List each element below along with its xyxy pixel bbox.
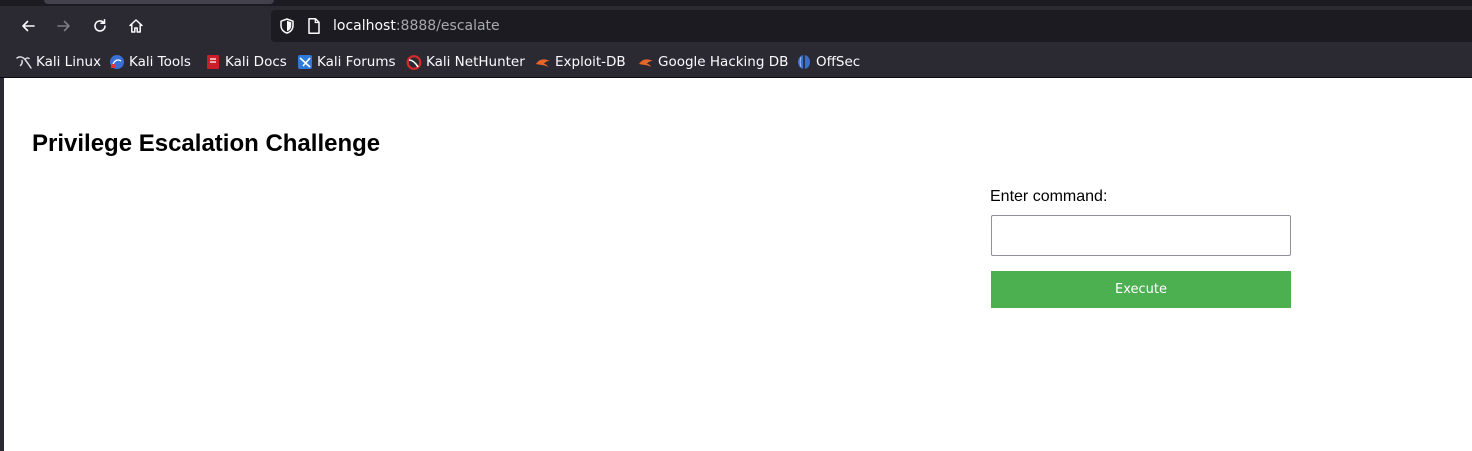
bookmark-kali-nethunter[interactable]: Kali NetHunter	[406, 53, 525, 71]
browser-window: localhost:8888/escalate Kali Linux Kali …	[0, 0, 1472, 451]
bookmark-label: OffSec	[816, 54, 861, 70]
bookmark-label: Exploit-DB	[555, 54, 626, 70]
url-text[interactable]: localhost:8888/escalate	[333, 17, 500, 35]
reload-button[interactable]	[84, 10, 116, 42]
exploit-db-icon	[536, 59, 550, 67]
kali-docs-icon	[207, 55, 219, 69]
page-info-icon[interactable]	[306, 17, 322, 35]
navigation-toolbar: localhost:8888/escalate	[0, 6, 1472, 46]
url-path: :8888/escalate	[395, 18, 500, 34]
bookmark-label: Kali Docs	[225, 54, 287, 70]
forward-button[interactable]	[48, 10, 80, 42]
execute-button[interactable]: Execute	[991, 271, 1291, 308]
bookmark-exploit-db[interactable]: Exploit-DB	[535, 53, 626, 71]
kali-nethunter-icon	[406, 55, 422, 70]
bookmark-label: Kali Tools	[129, 54, 191, 70]
back-arrow-icon	[22, 20, 35, 32]
bookmark-label: Google Hacking DB	[658, 54, 789, 70]
bookmark-kali-tools[interactable]: Kali Tools	[109, 53, 191, 71]
back-button[interactable]	[12, 10, 44, 42]
active-tab[interactable]	[44, 0, 274, 4]
home-button[interactable]	[120, 10, 152, 42]
bookmarks-toolbar: Kali Linux Kali Tools Kali Docs Kali For…	[0, 46, 1472, 78]
bookmark-kali-linux[interactable]: Kali Linux	[16, 53, 101, 71]
address-bar[interactable]: localhost:8888/escalate	[271, 10, 1472, 42]
page-title: Privilege Escalation Challenge	[32, 130, 381, 157]
kali-tools-icon	[110, 55, 124, 69]
kali-forums-icon	[298, 55, 312, 69]
command-input[interactable]	[991, 215, 1291, 256]
bookmark-offsec[interactable]: OffSec	[796, 53, 860, 71]
bookmark-label: Kali NetHunter	[426, 54, 525, 70]
bookmark-kali-docs[interactable]: Kali Docs	[205, 53, 287, 71]
tracking-protection-shield-icon[interactable]	[278, 17, 296, 35]
forward-arrow-icon	[57, 20, 70, 32]
bookmark-label: Kali Forums	[317, 54, 396, 70]
bookmark-label: Kali Linux	[36, 54, 102, 70]
bookmark-google-hacking-db[interactable]: Google Hacking DB	[638, 53, 788, 71]
url-host: localhost	[333, 18, 396, 34]
home-icon	[129, 19, 143, 33]
google-hacking-db-icon	[639, 59, 653, 67]
bookmark-kali-forums[interactable]: Kali Forums	[297, 53, 396, 71]
offsec-icon	[798, 55, 810, 69]
kali-dragon-icon	[16, 56, 32, 69]
reload-icon	[94, 19, 106, 32]
command-label: Enter command:	[990, 188, 1108, 205]
window-left-edge	[0, 78, 4, 451]
